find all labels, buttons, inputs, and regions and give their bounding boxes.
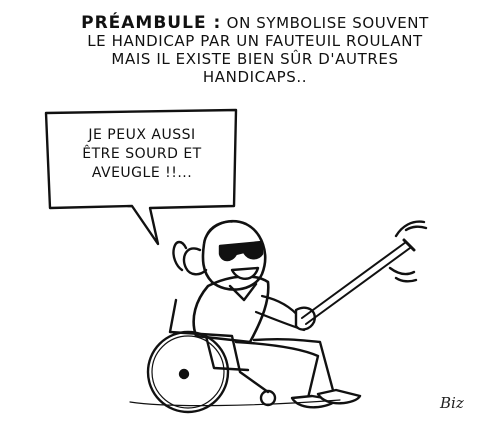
motion-lines	[388, 220, 428, 283]
preamble-caption: Préambule : on symbolise souvent le hand…	[40, 14, 470, 86]
speech-bubble: Je peux aussi être sourd et aveugle !!..…	[52, 118, 232, 202]
cartoon-panel: Préambule : on symbolise souvent le hand…	[0, 0, 500, 435]
caption-line-1: on symbolise souvent	[226, 14, 429, 32]
speech-line-2: être sourd et	[82, 146, 202, 162]
caption-line-4: handicaps..	[202, 68, 308, 86]
man-legs	[234, 337, 336, 400]
caption-line-3: mais il existe bien sûr d'autres	[111, 50, 399, 68]
white-cane	[301, 241, 411, 325]
sunglasses-icon	[218, 240, 264, 262]
preamble-title: Préambule :	[81, 13, 222, 33]
speech-line-1: Je peux aussi	[88, 127, 196, 143]
speech-line-3: aveugle !!...	[91, 165, 193, 181]
artist-signature: Biz	[440, 394, 464, 412]
caption-line-2: le handicap par un fauteuil roulant	[87, 32, 423, 50]
